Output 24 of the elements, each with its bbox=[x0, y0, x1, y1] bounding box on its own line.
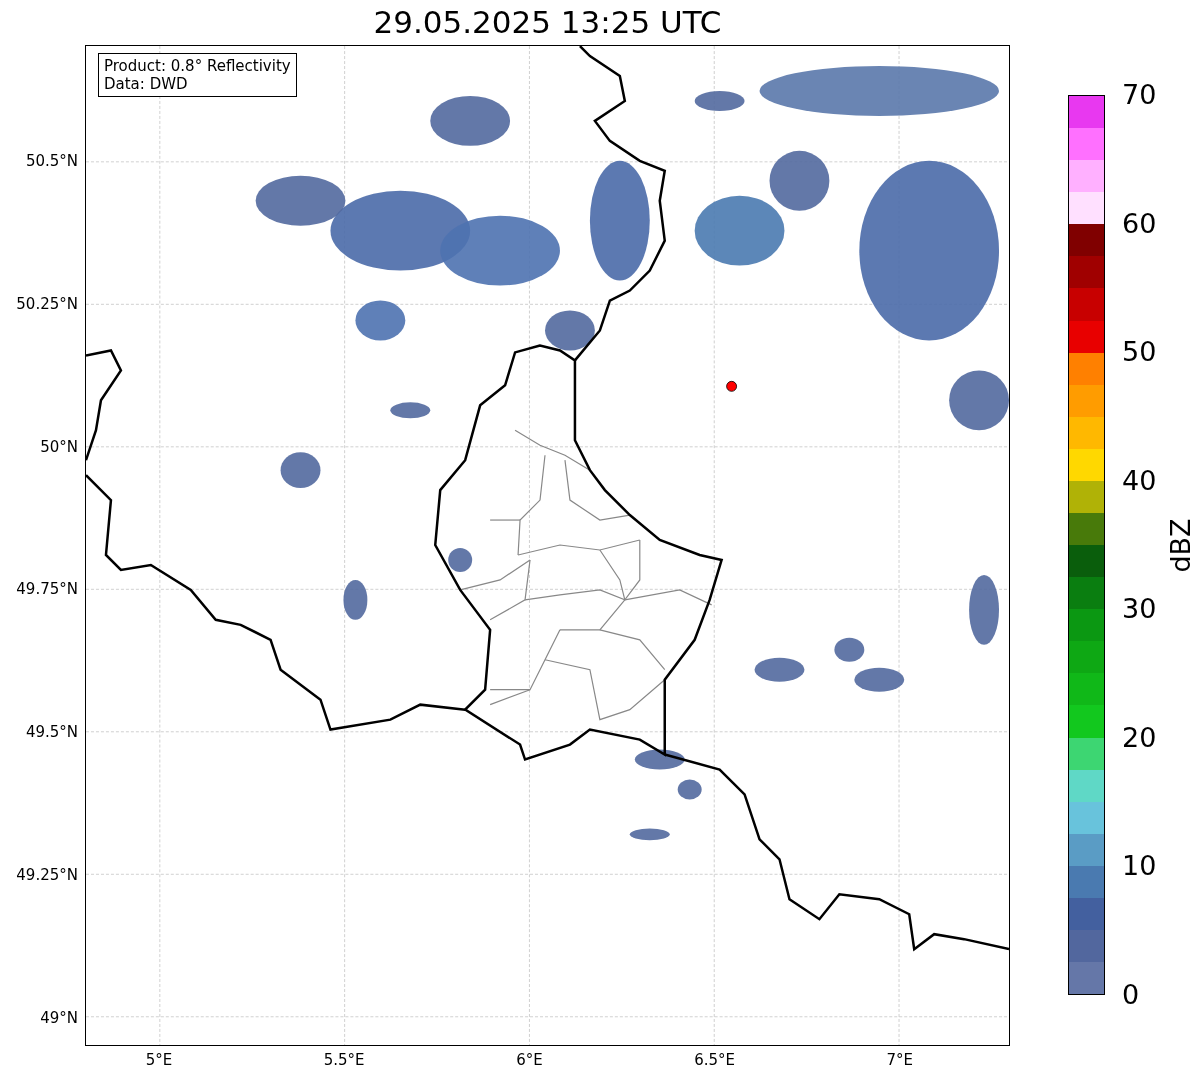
colorbar-tick-label: 20 bbox=[1122, 722, 1157, 753]
latitude-label: 49°N bbox=[39, 1008, 78, 1027]
colorbar-label: dBZ bbox=[1166, 517, 1194, 573]
colorbar-tick-label: 10 bbox=[1122, 851, 1157, 882]
latitude-label: 50.5°N bbox=[24, 152, 78, 170]
info-text: Product: 0.8° Reflectivity bbox=[104, 57, 291, 75]
chart-title: 29.05.2025 13:25 UTC bbox=[373, 7, 722, 38]
longitude-label: 5.5°E bbox=[322, 1051, 366, 1069]
latitude-label: 49.25°N bbox=[15, 866, 78, 884]
info-text: Data: DWD bbox=[104, 75, 189, 93]
longitude-label: 6°E bbox=[515, 1051, 544, 1069]
latitude-label: 49.75°N bbox=[15, 580, 78, 599]
colorbar-tick-label: 70 bbox=[1122, 80, 1157, 110]
colorbar-tick-label: 60 bbox=[1122, 208, 1157, 239]
colorbar-tick-label: 0 bbox=[1122, 980, 1140, 1010]
colorbar-tick-label: 50 bbox=[1122, 337, 1157, 368]
longitude-label: 5°E bbox=[144, 1051, 174, 1069]
latitude-label: 50.25°N bbox=[15, 294, 78, 313]
latitude-label: 50°N bbox=[39, 437, 78, 456]
colorbar-tick-label: 40 bbox=[1122, 465, 1157, 496]
colorbar-tick-label: 30 bbox=[1122, 594, 1157, 625]
latitude-label: 49.5°N bbox=[24, 723, 78, 742]
longitude-label: 6.5°E bbox=[693, 1051, 736, 1069]
longitude-label: 7°E bbox=[885, 1051, 915, 1069]
